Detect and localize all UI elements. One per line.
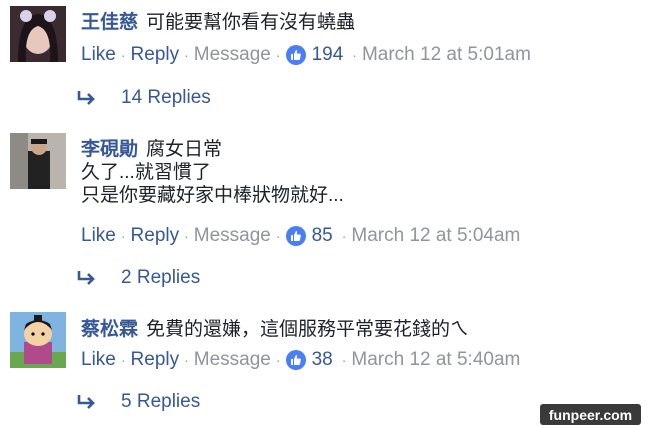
separator: ·: [275, 228, 281, 244]
reply-arrow-icon: [77, 271, 95, 285]
like-link[interactable]: Like: [81, 225, 116, 247]
reply-arrow-icon: [77, 91, 95, 105]
separator: ·: [184, 352, 189, 368]
separator: ·: [184, 47, 189, 63]
separator: ·: [120, 352, 126, 368]
comment-text: 久了...就習慣了: [81, 162, 211, 183]
view-replies[interactable]: 2 Replies: [76, 265, 200, 291]
replies-count-link[interactable]: 2 Replies: [121, 267, 200, 289]
view-replies[interactable]: 14 Replies: [76, 85, 211, 111]
replies-count-link[interactable]: 5 Replies: [121, 391, 200, 413]
separator: ·: [275, 47, 281, 63]
comment-text: 可能要幫你看有沒有蟯蟲: [146, 12, 356, 33]
reply-link[interactable]: Reply: [131, 349, 180, 371]
separator: ·: [120, 47, 126, 63]
avatar[interactable]: [10, 6, 66, 62]
like-count[interactable]: 194: [312, 44, 344, 66]
separator: ·: [341, 352, 347, 368]
like-count[interactable]: 85: [312, 225, 333, 247]
comment-text: 只是你要藏好家中棒狀物就好...: [81, 185, 344, 206]
comment-author[interactable]: 王佳慈: [81, 12, 138, 33]
separator: ·: [184, 228, 189, 244]
like-link[interactable]: Like: [81, 349, 116, 371]
avatar[interactable]: [10, 133, 66, 189]
timestamp[interactable]: March 12 at 5:01am: [362, 44, 531, 66]
like-count[interactable]: 38: [312, 349, 333, 371]
timestamp[interactable]: March 12 at 5:04am: [351, 225, 520, 247]
avatar[interactable]: [10, 312, 66, 368]
reply-link[interactable]: Reply: [131, 225, 180, 247]
comment-actions: Like · Reply · Message · 194 · March 12 …: [81, 42, 531, 68]
message-link[interactable]: Message: [194, 349, 271, 371]
replies-count-link[interactable]: 14 Replies: [121, 87, 211, 109]
timestamp[interactable]: March 12 at 5:40am: [351, 349, 520, 371]
reply-link[interactable]: Reply: [131, 44, 180, 66]
thumbs-up-icon[interactable]: [285, 226, 306, 246]
comment-text: 腐女日常: [146, 139, 223, 160]
separator: ·: [120, 228, 126, 244]
comment-actions: Like · Reply · Message · 38 · March 12 a…: [81, 347, 520, 373]
separator: ·: [275, 352, 281, 368]
thumbs-up-icon[interactable]: [285, 350, 306, 370]
like-link[interactable]: Like: [81, 44, 116, 66]
separator: ·: [341, 228, 347, 244]
separator: ·: [352, 47, 357, 63]
comment-author[interactable]: 蔡松霖: [81, 319, 138, 340]
comment-actions: Like · Reply · Message · 85 · March 12 a…: [81, 223, 520, 249]
message-link[interactable]: Message: [194, 225, 271, 247]
reply-arrow-icon: [77, 395, 95, 409]
comment-author[interactable]: 李硯勛: [81, 139, 138, 160]
view-replies[interactable]: 5 Replies: [76, 389, 200, 415]
comment-text: 免費的還嫌，這個服務平常要花錢的ㄟ: [146, 319, 470, 340]
thumbs-up-icon[interactable]: [285, 45, 306, 65]
watermark: funpeer.com: [540, 404, 641, 425]
message-link[interactable]: Message: [194, 44, 271, 66]
